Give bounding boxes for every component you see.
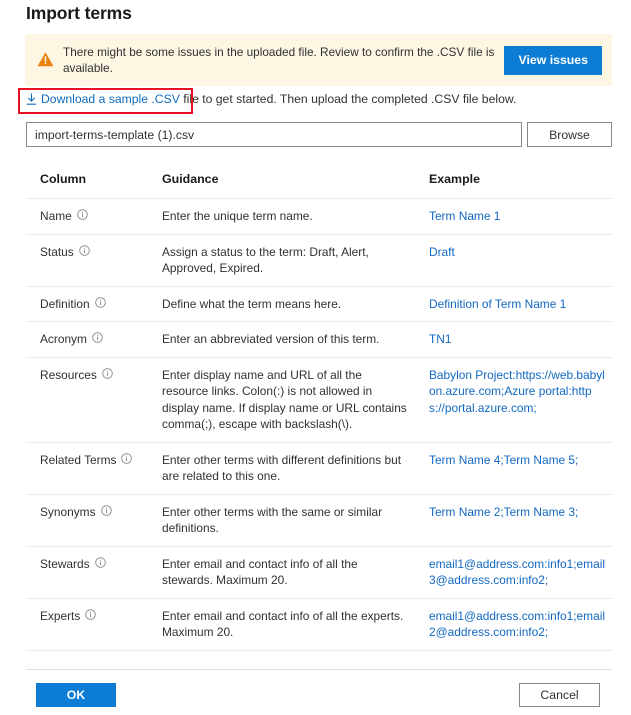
cell-example: email1@address.com:info1;email3@address.… [416, 546, 612, 599]
cell-guidance: Enter email and contact info of all the … [148, 546, 416, 599]
warning-message: There might be some issues in the upload… [63, 45, 495, 75]
download-link-label: Download a sample .CSV [41, 92, 180, 106]
cell-example: TN1 [416, 321, 612, 358]
cell-example: Term Name 1 [416, 198, 612, 235]
cell-guidance: Enter other terms with the same or simil… [148, 494, 416, 547]
cell-column-name: Resources [26, 357, 148, 443]
cell-guidance: Enter display name and URL of all the re… [148, 357, 416, 443]
download-icon [26, 93, 37, 105]
info-circle-icon[interactable] [94, 296, 106, 308]
info-circle-icon[interactable] [76, 208, 88, 220]
table-header-row: Column Guidance Example [26, 170, 612, 199]
cell-column-name: Synonyms [26, 494, 148, 547]
cell-guidance: Enter an abbreviated version of this ter… [148, 321, 416, 358]
table-header: Column Guidance Example [26, 170, 612, 199]
cell-column-name: Definition [26, 286, 148, 322]
cell-column-name: Stewards [26, 546, 148, 599]
info-circle-icon[interactable] [85, 608, 97, 620]
info-circle-icon[interactable] [92, 331, 103, 343]
cell-column-name: Status [26, 234, 148, 287]
column-name-label: Definition [40, 296, 90, 311]
table-row: Acronym Enter an abbreviated version of t… [26, 321, 612, 358]
th-example: Example [416, 170, 612, 199]
info-circle-icon[interactable] [100, 504, 112, 516]
column-name-label: Acronym [40, 332, 87, 346]
th-column: Column [26, 170, 148, 199]
column-name-label: Name [40, 209, 72, 223]
page-title: Import terms [26, 3, 132, 23]
download-trailing-text: file to get started. Then upload the com… [179, 92, 517, 106]
column-name-label: Synonyms [40, 504, 96, 519]
selected-file-input[interactable] [26, 122, 522, 147]
cell-column-name: Related Terms [26, 442, 148, 495]
browse-button[interactable]: Browse [527, 122, 612, 147]
warning-triangle-icon [37, 51, 54, 68]
table-row: Name Enter the unique term name. Term Name… [26, 198, 612, 235]
th-guidance: Guidance [148, 170, 416, 199]
cell-guidance: Enter email and contact info of all the … [148, 598, 416, 651]
cell-example: Babylon Project:https://web.babylon.azur… [416, 357, 612, 443]
table-row: Definition Define what the term means her… [26, 286, 612, 322]
cell-example: email1@address.com:info1;email2@address.… [416, 598, 612, 651]
view-issues-button[interactable]: View issues [504, 45, 602, 75]
column-name-label: Resources [40, 367, 97, 382]
info-circle-icon[interactable] [78, 244, 90, 256]
table-row: Synonyms Enter other terms with the same … [26, 494, 612, 547]
warning-banner: There might be some issues in the upload… [25, 34, 612, 86]
info-circle-icon[interactable] [94, 556, 106, 568]
cell-example: Term Name 2;Term Name 3; [416, 494, 612, 547]
cancel-button[interactable]: Cancel [519, 683, 600, 707]
footer-separator [26, 669, 612, 670]
cell-example: Definition of Term Name 1 [416, 286, 612, 322]
download-sample-csv-link[interactable]: Download a sample .CSV [26, 92, 180, 106]
info-circle-icon[interactable] [102, 367, 113, 379]
column-name-label: Experts [40, 608, 81, 623]
ok-button[interactable]: OK [36, 683, 116, 707]
cell-guidance: Enter the unique term name. [148, 198, 416, 235]
column-name-label: Status [40, 244, 74, 259]
table-body: Name Enter the unique term name. Term Name… [26, 198, 612, 651]
term-column-guidance-table: Column Guidance Example Name Enter the un… [26, 170, 612, 651]
cell-column-name: Name [26, 198, 148, 235]
cell-guidance: Assign a status to the term: Draft, Aler… [148, 234, 416, 287]
table-row: Related Terms Enter other terms with diff… [26, 442, 612, 495]
table-row: Stewards Enter email and contact info of … [26, 546, 612, 599]
table-row: Status Assign a status to the term: Draft… [26, 234, 612, 287]
column-name-label: Related Terms [40, 452, 117, 467]
table-row: Resources Enter display name and URL of a… [26, 357, 612, 443]
cell-example: Draft [416, 234, 612, 287]
cell-guidance: Enter other terms with different definit… [148, 442, 416, 495]
cell-guidance: Define what the term means here. [148, 286, 416, 322]
download-sample-line: Download a sample .CSV file to get start… [26, 92, 606, 112]
cell-column-name: Acronym [26, 321, 148, 358]
cell-column-name: Experts [26, 598, 148, 651]
info-circle-icon[interactable] [121, 452, 133, 464]
cell-example: Term Name 4;Term Name 5; [416, 442, 612, 495]
table-row: Experts Enter email and contact info of a… [26, 598, 612, 651]
column-name-label: Stewards [40, 556, 90, 571]
